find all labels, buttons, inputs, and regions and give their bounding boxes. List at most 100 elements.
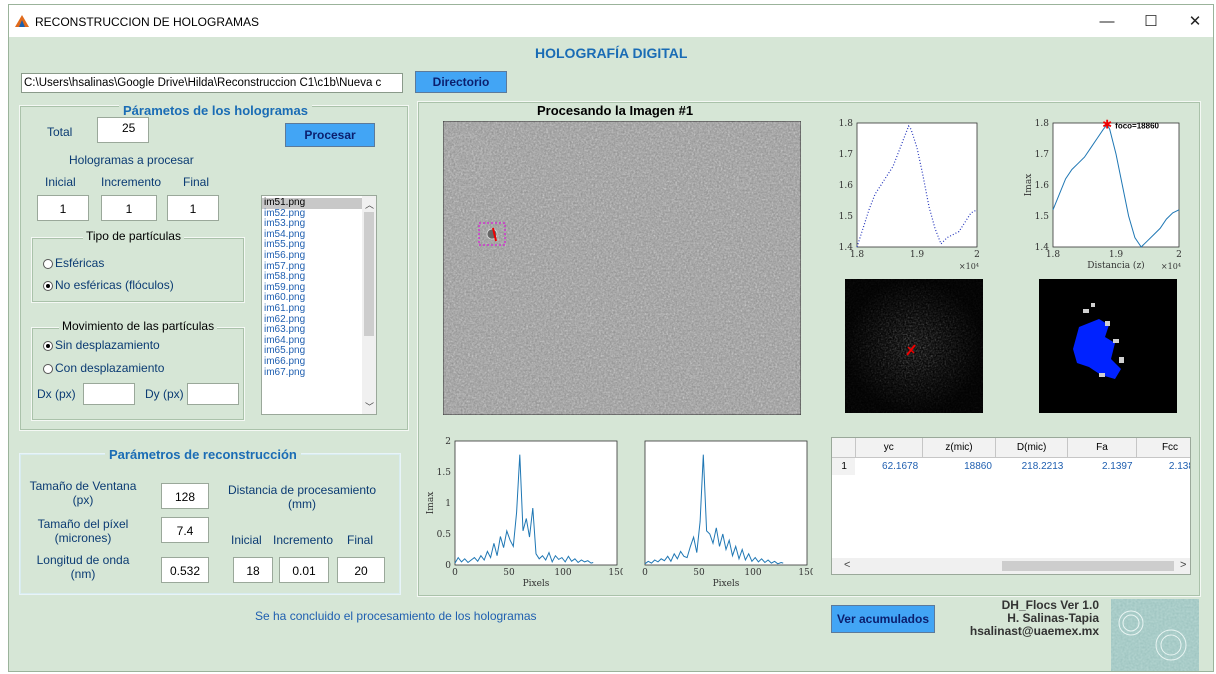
dy-label: Dy (px) xyxy=(145,387,184,401)
recon-final-label: Final xyxy=(347,533,374,547)
table-header-cell[interactable]: yc xyxy=(855,438,923,458)
scroll-up-icon[interactable]: ︿ xyxy=(365,198,374,211)
image-title: Procesando la Imagen #1 xyxy=(537,103,694,118)
table-header-cell[interactable]: z(mic) xyxy=(922,438,997,458)
chart-y-tick-label: 2 xyxy=(445,437,451,447)
chart-x-multiplier: ×10⁴ xyxy=(959,262,979,271)
chart-x-tick-label: 2 xyxy=(974,250,980,260)
total-label: Total xyxy=(47,125,73,139)
hologram-logo-thumbnail xyxy=(1111,599,1199,671)
maximize-button[interactable]: ☐ xyxy=(1133,11,1169,33)
final-field[interactable]: 1 xyxy=(167,195,219,221)
movement-title: Movimiento de las partículas xyxy=(59,319,218,333)
scroll-down-icon[interactable]: ﹀ xyxy=(365,400,374,413)
chart-y-tick-label: 1.4 xyxy=(839,243,854,253)
increment-label: Incremento xyxy=(101,175,162,189)
pixel-size-label: Tamaño del píxel (micrones) xyxy=(37,517,129,545)
spherical-radio[interactable] xyxy=(43,259,53,269)
recon-initial-label: Inicial xyxy=(231,533,262,547)
chart-y-tick-label: 1.7 xyxy=(839,150,854,160)
table-header-cell[interactable]: Fa xyxy=(1067,438,1138,458)
nonspherical-radio[interactable] xyxy=(43,281,53,291)
chart-y-label: Imax xyxy=(1024,174,1034,197)
initial-label: Inicial xyxy=(45,175,76,189)
credit-email: hsalinast@uaemex.mx xyxy=(969,624,1099,638)
title-bar: RECONSTRUCCION DE HOLOGRAMAS — ☐ ✕ xyxy=(9,5,1213,37)
table-header-cell[interactable] xyxy=(832,438,856,458)
file-list-item[interactable]: im61.png xyxy=(262,303,362,315)
app-heading: HOLOGRAFÍA DIGITAL xyxy=(535,45,688,61)
file-listbox[interactable]: im51.png im52.png im53.png im54.png im55.png… xyxy=(261,195,377,415)
initial-field[interactable]: 1 xyxy=(37,195,89,221)
chart-x-label: Pixels xyxy=(523,579,550,589)
chart-x-tick-label: 100 xyxy=(554,568,571,578)
profile-chart-right: 0 50 100 150 Pixels xyxy=(642,440,813,589)
chart-y-tick-label: 1.7 xyxy=(1035,150,1050,160)
wavelength-field[interactable]: 0.532 xyxy=(161,557,209,583)
directory-button[interactable]: Directorio xyxy=(415,71,507,93)
directory-path-input[interactable]: C:\Users\hsalinas\Google Drive\Hilda\Rec… xyxy=(21,73,403,93)
chart-y-tick-label: 1.8 xyxy=(1035,119,1050,129)
view-accumulated-button[interactable]: Ver acumulados xyxy=(831,605,935,633)
table-row[interactable]: 1 62.1678 18860 218.2213 2.1397 2.1384 xyxy=(832,457,1190,475)
chart-x-tick-label: 50 xyxy=(503,568,515,578)
chart-x-tick-label: 1.9 xyxy=(1109,250,1124,260)
no-displacement-radio[interactable] xyxy=(43,341,53,351)
recon-final-field[interactable]: 20 xyxy=(337,557,385,583)
chart-x-tick-label: 1.9 xyxy=(910,250,925,260)
listbox-scrollbar[interactable]: ︿ ﹀ xyxy=(362,196,376,414)
chart-y-tick-label: 1.6 xyxy=(1035,181,1050,191)
process-button[interactable]: Procesar xyxy=(285,123,375,147)
file-list-item[interactable]: im56.png xyxy=(262,250,362,262)
table-hscrollbar[interactable]: < > xyxy=(832,558,1190,574)
increment-field[interactable]: 1 xyxy=(101,195,157,221)
recon-params-title: Parámetros de reconstrucción xyxy=(105,447,301,462)
recon-increment-label: Incremento xyxy=(273,533,334,547)
window-size-field[interactable]: 128 xyxy=(161,483,209,509)
window-title: RECONSTRUCCION DE HOLOGRAMAS xyxy=(35,15,260,29)
table-header-cell[interactable]: D(mic) xyxy=(995,438,1068,458)
results-table[interactable]: yc z(mic) D(mic) Fa Fcc 1 62.1678 18860 218.2213… xyxy=(831,437,1191,575)
dy-field[interactable] xyxy=(187,383,239,405)
scroll-right-icon[interactable]: > xyxy=(1180,559,1186,571)
chart-x-multiplier: ×10⁴ xyxy=(1161,262,1181,271)
chart-y-tick-label: 1.4 xyxy=(1035,243,1050,253)
with-displacement-radio[interactable] xyxy=(43,364,53,374)
window-size-label: Tamaño de Ventana (px) xyxy=(29,479,137,507)
minimize-button[interactable]: — xyxy=(1089,11,1125,33)
table-cell: 2.1397 xyxy=(1101,461,1133,472)
chart-x-label: Distancia (z) xyxy=(1087,260,1144,271)
hscroll-thumb[interactable] xyxy=(1002,561,1174,571)
scroll-left-icon[interactable]: < xyxy=(844,559,850,571)
chart-y-tick-label: 1 xyxy=(445,499,451,509)
table-header-cell[interactable]: Fcc xyxy=(1136,438,1190,458)
recon-initial-field[interactable]: 18 xyxy=(233,557,273,583)
no-displacement-label: Sin desplazamiento xyxy=(55,338,160,352)
focus-marker-star: ✱ xyxy=(1102,118,1112,132)
with-displacement-label: Con desplazamiento xyxy=(55,361,165,375)
chart-x-tick-label: 100 xyxy=(744,568,761,578)
chart-y-tick-label: 1.5 xyxy=(437,468,452,478)
dx-field[interactable] xyxy=(83,383,135,405)
file-list-item[interactable]: im51.png xyxy=(262,197,362,209)
total-field[interactable]: 25 xyxy=(97,117,149,143)
file-list-item[interactable]: im66.png xyxy=(262,356,362,368)
recon-increment-field[interactable]: 0.01 xyxy=(279,557,329,583)
focus-curve-dotted-chart: 1.8 1.9 21.41.51.61.71.8×10⁴ xyxy=(839,119,980,271)
chart-y-tick-label: 0 xyxy=(445,561,451,571)
close-button[interactable]: ✕ xyxy=(1177,11,1213,33)
file-list-item[interactable]: im67.png xyxy=(262,367,362,379)
chart-x-tick-label: 50 xyxy=(693,568,705,578)
scroll-thumb[interactable] xyxy=(364,212,374,336)
chart-y-label: Imax xyxy=(426,492,436,515)
final-label: Final xyxy=(183,175,210,189)
pixel-size-field[interactable]: 7.4 xyxy=(161,517,209,543)
dx-label: Dx (px) xyxy=(37,387,76,401)
table-cell: 2.1384 xyxy=(1168,461,1190,472)
table-cell: 1 xyxy=(832,457,856,475)
table-cell: 18860 xyxy=(964,461,992,472)
particle-type-title: Tipo de partículas xyxy=(83,229,184,243)
chart-y-tick-label: 0.5 xyxy=(437,530,452,540)
particle-segmented-image xyxy=(1039,279,1177,413)
chart-y-tick-label: 1.5 xyxy=(1035,212,1050,222)
